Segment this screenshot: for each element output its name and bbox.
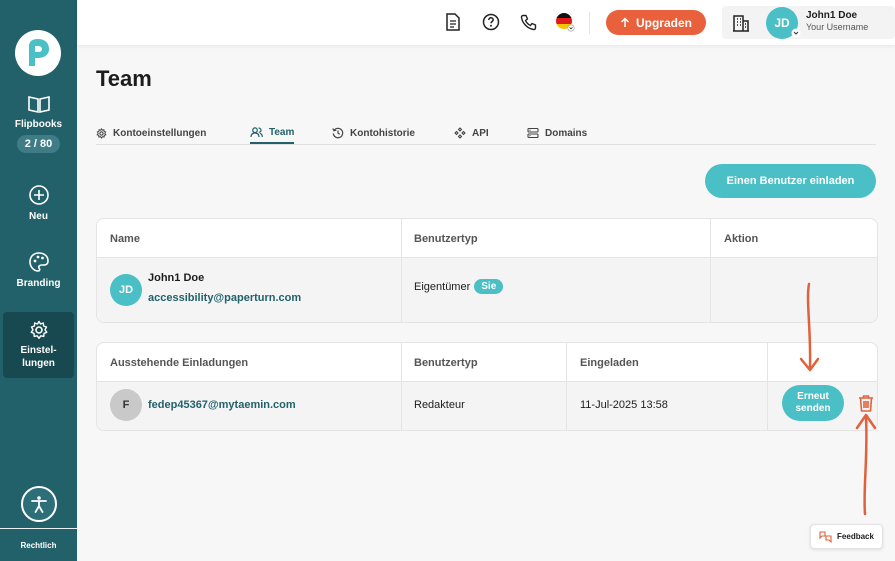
page-title: Team xyxy=(96,66,152,91)
sidebar-item-branding[interactable]: Branding xyxy=(3,251,74,290)
tab-label: Kontoeinstellungen xyxy=(113,127,207,139)
accessibility-icon xyxy=(31,496,47,513)
column-divider xyxy=(767,343,768,430)
gear-icon xyxy=(96,127,107,139)
row-divider xyxy=(97,257,877,258)
member-avatar: JD xyxy=(110,274,142,306)
phone-icon[interactable] xyxy=(518,12,538,32)
tab-label: Kontohistorie xyxy=(350,127,415,139)
resend-label: Erneut senden xyxy=(795,390,831,415)
column-divider xyxy=(401,219,402,322)
toolbar-divider xyxy=(589,12,590,34)
upgrade-button[interactable]: Upgraden xyxy=(606,10,706,35)
you-badge: Sie xyxy=(474,279,504,294)
member-type-label: Eigentümer xyxy=(414,280,471,293)
feedback-button[interactable]: Feedback xyxy=(810,524,883,549)
sidebar: Flipbooks 2 / 80 Neu Branding Einstel- l… xyxy=(0,0,77,561)
invite-user-button[interactable]: Einen Benutzer einladen xyxy=(705,164,876,198)
column-header-name: Name xyxy=(110,232,140,245)
pending-invitations-table: Ausstehende Einladungen Benutzertyp Eing… xyxy=(96,342,878,431)
gear-icon xyxy=(30,320,47,339)
document-icon[interactable] xyxy=(443,12,463,32)
column-header-pending: Ausstehende Einladungen xyxy=(110,356,249,369)
user-menu[interactable]: JD John1 Doe Your Username xyxy=(722,6,895,39)
column-header-invited: Eingeladen xyxy=(580,356,639,369)
sidebar-item-flipbooks[interactable]: Flipbooks 2 / 80 xyxy=(3,94,74,160)
feedback-icon xyxy=(819,530,832,543)
column-divider xyxy=(401,343,402,430)
api-icon xyxy=(454,127,466,139)
members-table: Name Benutzertyp Aktion JD John1 Doe acc… xyxy=(96,218,878,323)
users-icon xyxy=(250,127,263,138)
resend-invite-button[interactable]: Erneut senden xyxy=(782,385,844,421)
tab-kontohistorie[interactable]: Kontohistorie xyxy=(332,123,415,143)
invited-date: 11-Jul-2025 13:58 xyxy=(580,399,668,411)
settings-tabs: Kontoeinstellungen Team Kontohistorie AP… xyxy=(96,123,876,145)
column-header-type: Benutzertyp xyxy=(414,356,478,369)
language-flag-de-icon[interactable] xyxy=(555,12,575,32)
sidebar-item-label: Einstel- lungen xyxy=(20,345,57,369)
annotation-arrow-up xyxy=(863,416,868,516)
sidebar-item-einstellungen[interactable]: Einstel- lungen xyxy=(3,312,74,378)
tab-kontoeinstellungen[interactable]: Kontoeinstellungen xyxy=(96,123,206,143)
server-icon xyxy=(527,127,539,139)
legal-link[interactable]: Rechtlich xyxy=(0,541,77,550)
sidebar-item-label: Flipbooks xyxy=(14,119,63,130)
upgrade-label: Upgraden xyxy=(635,15,692,30)
sidebar-divider xyxy=(0,528,77,529)
member-email: accessibility@paperturn.com xyxy=(148,292,302,304)
flipbook-count-badge: 2 / 80 xyxy=(16,135,61,154)
logo-icon xyxy=(29,39,49,66)
sidebar-item-label: Branding xyxy=(16,278,61,289)
tab-api[interactable]: API xyxy=(454,123,489,143)
member-type: Eigentümer Sie xyxy=(414,279,504,294)
trash-icon[interactable] xyxy=(857,394,875,412)
book-icon xyxy=(27,96,50,113)
tab-domains[interactable]: Domains xyxy=(527,123,587,143)
column-header-type: Benutzertyp xyxy=(414,232,478,245)
feedback-label: Feedback xyxy=(837,532,874,541)
tab-label: Team xyxy=(269,127,295,138)
tab-label: Domains xyxy=(545,127,588,139)
building-icon[interactable] xyxy=(731,13,751,33)
arrow-up-icon xyxy=(620,17,630,27)
invitee-avatar: F xyxy=(110,389,142,421)
invitee-email: fedep45367@mytaemin.com xyxy=(148,399,296,411)
app-logo[interactable] xyxy=(15,30,61,76)
column-divider xyxy=(566,343,567,430)
chevron-down-icon xyxy=(791,28,801,38)
sidebar-item-neu[interactable]: Neu xyxy=(3,184,74,223)
tab-team[interactable]: Team xyxy=(250,123,295,144)
palette-icon xyxy=(28,252,49,272)
top-bar: Upgraden JD John1 Doe Your Username xyxy=(77,0,895,45)
user-name: John1 Doe xyxy=(806,10,858,21)
history-icon xyxy=(332,127,344,139)
tab-label: API xyxy=(472,127,489,139)
user-username: Your Username xyxy=(806,22,869,32)
member-name: John1 Doe xyxy=(148,272,205,284)
column-divider xyxy=(710,219,711,322)
help-icon[interactable] xyxy=(481,12,501,32)
plus-circle-icon xyxy=(28,185,49,205)
column-header-action: Aktion xyxy=(724,232,759,245)
accessibility-button[interactable] xyxy=(21,486,57,522)
sidebar-item-label: Neu xyxy=(29,211,48,222)
invitee-type: Redakteur xyxy=(414,399,465,411)
